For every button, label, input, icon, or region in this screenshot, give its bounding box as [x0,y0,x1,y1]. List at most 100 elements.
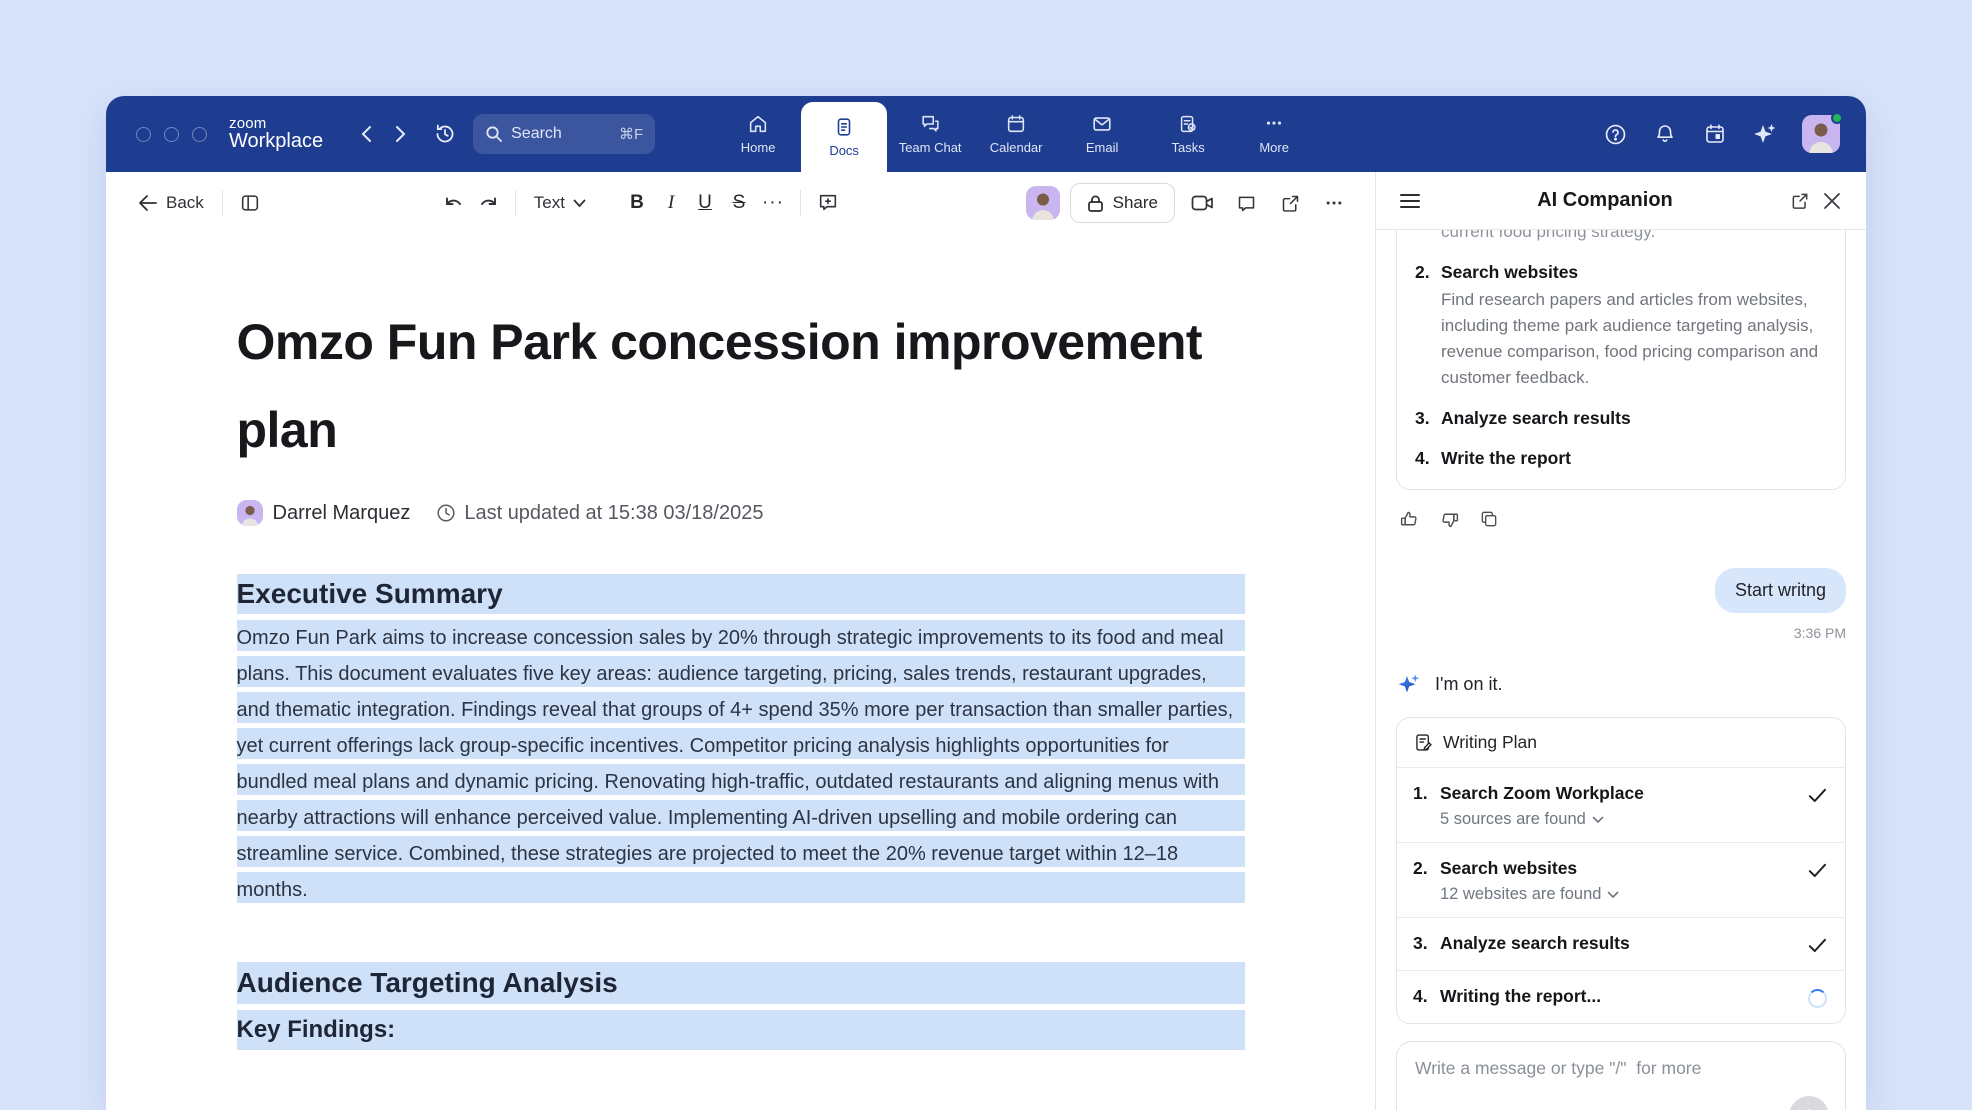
tab-email-label: Email [1086,140,1119,155]
window-zoom-button[interactable] [192,127,207,142]
tab-more[interactable]: More [1231,96,1317,172]
redo-button[interactable] [471,186,505,220]
underline-button[interactable]: U [688,186,722,220]
text-style-dropdown[interactable]: Text [526,187,594,219]
writing-plan-step: 3. Analyze search results [1397,917,1845,970]
sidebar-panel-icon [239,192,261,214]
tab-calendar[interactable]: Calendar [973,96,1059,172]
checkmark-icon [1808,938,1827,953]
tab-team-chat[interactable]: Team Chat [887,96,973,172]
nav-back-button[interactable] [351,119,381,149]
user-message-row: Start writng [1396,568,1846,613]
plan-item-title: Write the report [1441,448,1571,468]
copy-icon [1479,509,1499,529]
tab-home[interactable]: Home [715,96,801,172]
tab-email[interactable]: Email [1059,96,1145,172]
thumbs-down-button[interactable] [1436,506,1462,532]
step-websites-toggle[interactable]: 12 websites are found [1440,885,1805,904]
menu-button[interactable] [1394,185,1426,217]
share-button[interactable]: Share [1070,183,1175,223]
author-name: Darrel Marquez [273,502,411,525]
close-panel-button[interactable] [1816,185,1848,217]
ai-companion-button[interactable] [1752,121,1778,147]
open-external-button[interactable] [1273,186,1307,220]
ai-message-composer[interactable] [1396,1041,1846,1110]
checkmark-icon [1808,863,1827,878]
notifications-button[interactable] [1652,121,1678,147]
lock-icon [1087,194,1104,213]
document-byline: Darrel Marquez Last updated at 15:38 03/… [237,500,1245,526]
ai-sparkle-icon [1396,671,1422,697]
sidebar-toggle-button[interactable] [233,186,267,220]
plan-item-number: 3. [1415,405,1430,431]
ai-sparkle-icon [1752,121,1778,147]
window-close-button[interactable] [136,127,151,142]
plan-item: 4. Write the report [1415,445,1827,471]
step-sub-text: 12 websites are found [1440,885,1601,904]
pop-out-button[interactable] [1784,185,1816,217]
ai-response-text: I'm on it. [1435,674,1502,695]
step-status-done [1805,783,1829,807]
document-canvas[interactable]: Omzo Fun Park concession improvement pla… [106,234,1375,1110]
italic-button[interactable]: I [654,186,688,220]
zoom-workplace-logo: zoom Workplace [229,116,323,152]
section-heading-audience-targeting: Audience Targeting Analysis [237,962,1245,1004]
toolbar-right-group: Share [1026,183,1351,223]
ai-companion-panel: AI Companion current food pricing strate… [1375,172,1866,1110]
step-title: Analyze search results [1440,931,1805,955]
tab-team-chat-label: Team Chat [899,140,962,155]
copy-button[interactable] [1476,506,1502,532]
user-avatar[interactable] [1802,115,1840,153]
undo-button[interactable] [437,186,471,220]
plan-item: 3. Analyze search results [1415,405,1827,431]
chevron-down-icon [1607,891,1619,899]
nav-tabs: Home Docs Team Chat Calendar Email Tasks [715,96,1317,172]
collaborator-avatar[interactable] [1026,186,1060,220]
writing-plan-step: 2. Search websites 12 websites are found [1397,842,1845,917]
back-label: Back [166,193,204,213]
scheduler-button[interactable] [1702,121,1728,147]
more-formatting-button[interactable]: ··· [756,186,790,220]
more-options-button[interactable] [1317,186,1351,220]
thumbs-up-button[interactable] [1396,506,1422,532]
strikethrough-button[interactable]: S [722,186,756,220]
message-feedback-row [1396,506,1846,532]
main-area: Back Text [106,172,1866,1110]
nav-forward-button[interactable] [385,119,415,149]
plan-item: 2. Search websites Find research papers … [1415,259,1827,391]
step-sources-toggle[interactable]: 5 sources are found [1440,810,1805,829]
writing-plan-header: Writing Plan [1397,718,1845,768]
chevron-left-icon [361,125,372,143]
help-icon [1603,122,1628,147]
external-link-icon [1280,193,1301,214]
redo-icon [477,194,499,212]
author-avatar [237,500,263,526]
bold-button[interactable]: B [620,186,654,220]
app-window: zoom Workplace Search ⌘F Home Do [106,96,1866,1110]
search-placeholder: Search [511,125,611,143]
add-comment-button[interactable] [811,186,845,220]
ai-chat-scroll-area[interactable]: current food pricing strategy. 2. Search… [1376,230,1866,1025]
last-updated: Last updated at 15:38 03/18/2025 [436,502,763,525]
document-toolbar: Back Text [106,172,1375,234]
step-number: 2. [1413,856,1428,880]
help-button[interactable] [1602,121,1628,147]
back-button[interactable]: Back [130,187,212,219]
more-dots-icon [1263,113,1285,135]
global-search-input[interactable]: Search ⌘F [473,114,655,154]
message-timestamp: 3:36 PM [1396,625,1846,641]
message-input[interactable] [1415,1058,1827,1079]
send-button[interactable] [1789,1096,1829,1110]
window-controls [136,127,207,142]
window-minimize-button[interactable] [164,127,179,142]
tab-tasks[interactable]: Tasks [1145,96,1231,172]
comments-button[interactable] [1229,186,1263,220]
chevron-down-icon [573,199,586,208]
history-button[interactable] [427,116,463,152]
tab-docs[interactable]: Docs [801,102,887,172]
top-navbar: zoom Workplace Search ⌘F Home Do [106,96,1866,172]
step-status-done [1805,933,1829,957]
ai-panel-header: AI Companion [1376,172,1866,230]
start-meeting-button[interactable] [1185,186,1219,220]
clipped-plan-text: current food pricing strategy. [1415,230,1827,245]
